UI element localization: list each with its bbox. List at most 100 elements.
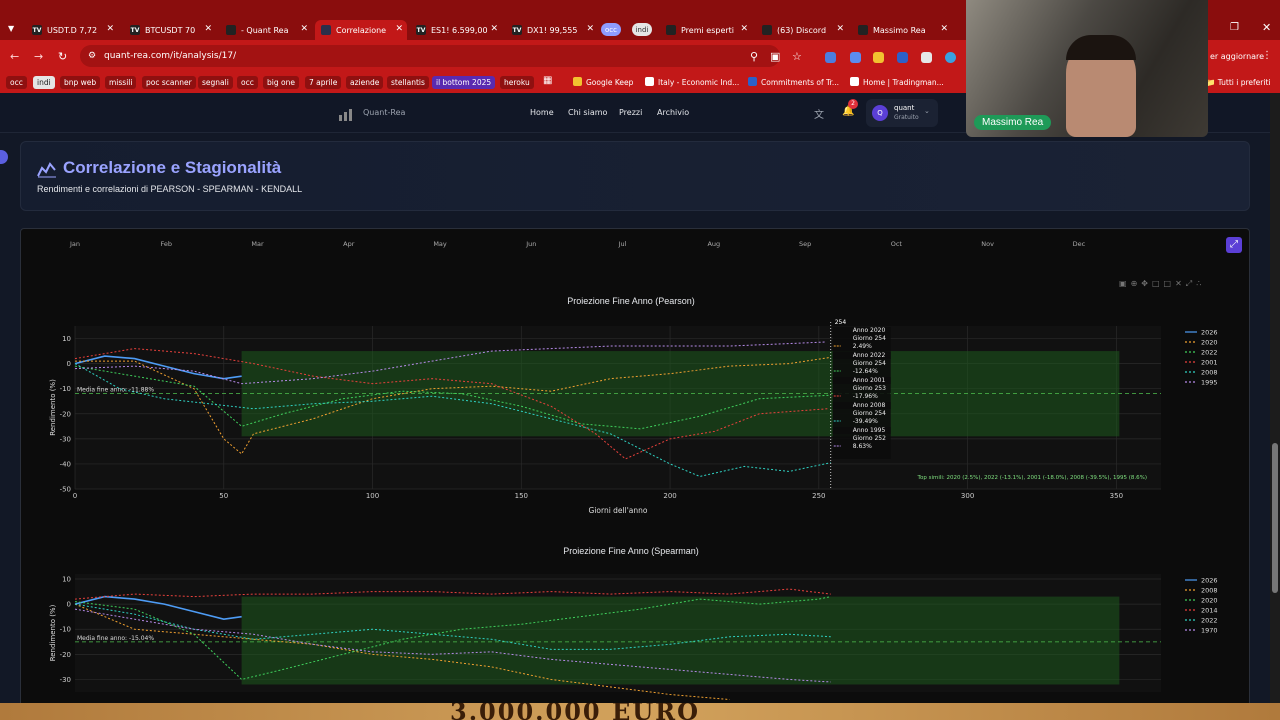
legend-entry[interactable]: 2008 bbox=[1201, 587, 1218, 595]
tab-list-menu-icon[interactable]: ▼ bbox=[8, 24, 14, 33]
bookmark-item[interactable]: indi bbox=[33, 76, 55, 89]
extension-pen-icon[interactable] bbox=[921, 52, 932, 63]
reset-axes-icon[interactable]: ✕ bbox=[1175, 279, 1186, 288]
legend-entry[interactable]: 2020 bbox=[1201, 339, 1218, 347]
browser-menu-icon[interactable]: ⋮ bbox=[1262, 50, 1272, 61]
bookmark-item[interactable]: stellantis bbox=[387, 76, 429, 89]
bookmark-item[interactable]: heroku bbox=[500, 76, 534, 89]
side-handle-icon[interactable] bbox=[0, 150, 8, 164]
camera-icon[interactable]: ▣ bbox=[1119, 279, 1131, 288]
bookmark-item[interactable]: segnali bbox=[198, 76, 233, 89]
site-info-icon[interactable]: ⚙ bbox=[88, 45, 96, 67]
browser-tab[interactable]: - Quant Rea ✕ bbox=[220, 20, 312, 40]
bookmark-item[interactable]: bnp web bbox=[60, 76, 101, 89]
legend-entry[interactable]: 2022 bbox=[1201, 349, 1218, 357]
legend-entry[interactable]: 1970 bbox=[1201, 627, 1218, 635]
back-icon[interactable]: ← bbox=[10, 50, 19, 63]
tab-group-pill[interactable]: indi bbox=[632, 23, 652, 36]
bookmark-item[interactable]: il bottom 2025 bbox=[432, 76, 496, 89]
extension-badge-icon[interactable] bbox=[897, 52, 908, 63]
bookmark-item[interactable]: aziende bbox=[346, 76, 384, 89]
bookmark-link[interactable]: Google Keep bbox=[573, 76, 633, 89]
month-tick-label: Mar bbox=[251, 240, 264, 248]
browser-tab[interactable]: TV USDT.D 7,72 ✕ bbox=[26, 20, 118, 40]
chart-toolbar: ▣⊕✥□□✕⤢∴ bbox=[1119, 279, 1205, 289]
tab-group-pill[interactable]: occ bbox=[601, 23, 621, 36]
legend-entry[interactable]: 2001 bbox=[1201, 359, 1218, 367]
lasso-icon[interactable]: □ bbox=[1164, 279, 1176, 288]
language-icon[interactable]: 文 bbox=[814, 106, 824, 121]
extension-translate-icon[interactable] bbox=[850, 52, 861, 63]
bookmark-link[interactable]: Commitments of Tr... bbox=[748, 76, 839, 89]
nav-home[interactable]: Home bbox=[530, 108, 554, 117]
bookmark-item[interactable]: big one bbox=[263, 76, 299, 89]
tv-icon: TV bbox=[416, 25, 426, 35]
legend-entry[interactable]: 2014 bbox=[1201, 607, 1218, 615]
tab-close-icon[interactable]: ✕ bbox=[204, 24, 212, 34]
brand-logo-icon[interactable] bbox=[338, 106, 354, 121]
bookmark-link[interactable]: Home | Tradingman... bbox=[850, 76, 944, 89]
zoom-icon[interactable]: ⚲ bbox=[750, 50, 758, 63]
reload-icon[interactable]: ↻ bbox=[58, 50, 67, 63]
browser-tab[interactable]: TV BTCUSDT 70 ✕ bbox=[124, 20, 216, 40]
tab-close-icon[interactable]: ✕ bbox=[740, 24, 748, 34]
browser-tab[interactable]: Correlazione ✕ bbox=[315, 20, 407, 40]
apps-grid-icon[interactable]: ▦ bbox=[543, 75, 552, 86]
mean-label: Media fine anno: -15.04% bbox=[77, 635, 154, 642]
page-scrollbar[interactable] bbox=[1270, 93, 1280, 703]
bookmark-item[interactable]: occ bbox=[6, 76, 27, 89]
tab-close-icon[interactable]: ✕ bbox=[586, 24, 594, 34]
scroll-thumb[interactable] bbox=[1272, 443, 1278, 593]
tab-title: Massimo Rea bbox=[873, 25, 926, 35]
extension-circle-icon[interactable] bbox=[945, 52, 956, 63]
extension-puzzle-icon[interactable] bbox=[825, 52, 836, 63]
month-tick-label: Oct bbox=[891, 240, 903, 248]
legend-entry[interactable]: 2026 bbox=[1201, 577, 1218, 585]
bookmark-item[interactable]: missili bbox=[105, 76, 137, 89]
legend-entry[interactable]: 2020 bbox=[1201, 597, 1218, 605]
legend-entry[interactable]: 2026 bbox=[1201, 329, 1218, 337]
fullscreen-icon[interactable]: ⤢ bbox=[1226, 237, 1242, 253]
tab-close-icon[interactable]: ✕ bbox=[490, 24, 498, 34]
forward-icon[interactable]: → bbox=[34, 50, 43, 63]
window-restore-icon[interactable]: ❐ bbox=[1230, 22, 1239, 33]
tab-close-icon[interactable]: ✕ bbox=[395, 24, 403, 34]
bookmark-item[interactable]: 7 aprile bbox=[305, 76, 342, 89]
all-bookmarks-link[interactable]: 📁 Tutti i preferiti bbox=[1206, 76, 1271, 89]
tab-close-icon[interactable]: ✕ bbox=[300, 24, 308, 34]
tab-close-icon[interactable]: ✕ bbox=[836, 24, 844, 34]
browser-tab[interactable]: TV ES1! 6.599,00 ✕ bbox=[410, 20, 502, 40]
autoscale-icon[interactable]: ⤢ bbox=[1186, 279, 1196, 288]
brand-name[interactable]: Quant-Rea bbox=[363, 108, 405, 117]
browser-tab[interactable]: TV DX1! 99,555 ✕ bbox=[506, 20, 598, 40]
url-bar[interactable]: ⚙ quant-rea.com/it/analysis/17/ bbox=[80, 45, 780, 67]
tab-close-icon[interactable]: ✕ bbox=[106, 24, 114, 34]
webcam-hair bbox=[1066, 35, 1136, 60]
legend-entry[interactable]: 2022 bbox=[1201, 617, 1218, 625]
box-select-icon[interactable]: □ bbox=[1152, 279, 1164, 288]
legend-entry[interactable]: 1995 bbox=[1201, 379, 1218, 387]
bookmark-favicon-icon bbox=[573, 77, 582, 86]
pan-icon[interactable]: ✥ bbox=[1141, 279, 1152, 288]
plotly-logo-icon[interactable]: ∴ bbox=[1196, 279, 1205, 288]
update-button[interactable]: er aggiornare bbox=[1210, 52, 1264, 61]
browser-tab[interactable]: (63) Discord ✕ bbox=[756, 20, 848, 40]
extension-notes-icon[interactable] bbox=[873, 52, 884, 63]
nav-archivio[interactable]: Archivio bbox=[657, 108, 689, 117]
y-tick-label: 10 bbox=[62, 576, 71, 584]
bookmark-item[interactable]: poc scanner bbox=[142, 76, 196, 89]
legend-entry[interactable]: 2008 bbox=[1201, 369, 1218, 377]
zoom-in-icon[interactable]: ⊕ bbox=[1131, 279, 1142, 288]
nav-prezzi[interactable]: Prezzi bbox=[619, 108, 642, 117]
bookmark-link[interactable]: Italy - Economic Ind... bbox=[645, 76, 739, 89]
user-menu[interactable]: Q quant Gratuito ⌄ bbox=[866, 99, 938, 127]
browser-tab[interactable]: Premi esperti ✕ bbox=[660, 20, 752, 40]
nav-chi-siamo[interactable]: Chi siamo bbox=[568, 108, 607, 117]
window-close-icon[interactable]: ✕ bbox=[1262, 21, 1271, 34]
bookmark-favicon-icon bbox=[850, 77, 859, 86]
browser-tab[interactable]: Massimo Rea ✕ bbox=[852, 20, 952, 40]
cast-icon[interactable]: ▣ bbox=[770, 50, 780, 63]
bookmark-item[interactable]: occ bbox=[237, 76, 258, 89]
bookmark-star-icon[interactable]: ☆ bbox=[792, 50, 802, 63]
tab-close-icon[interactable]: ✕ bbox=[940, 24, 948, 34]
